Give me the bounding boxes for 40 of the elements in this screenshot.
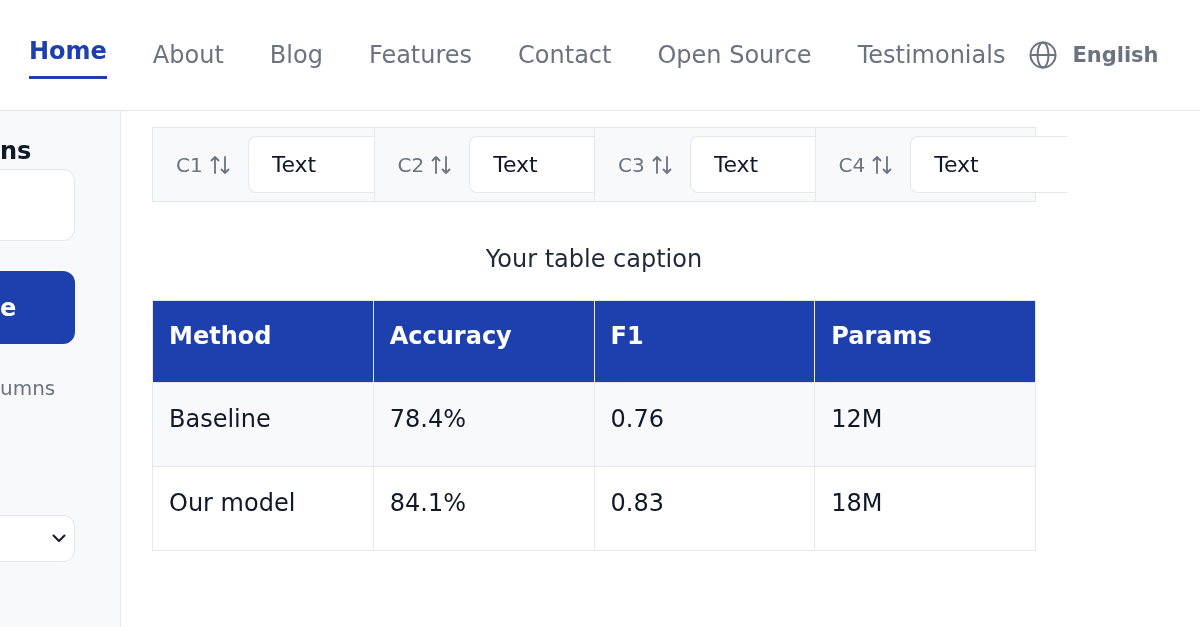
table-cell: 78.4% [373, 382, 594, 467]
column-header: Params [814, 300, 1036, 383]
column-header: F1 [594, 300, 815, 383]
input-field[interactable]: Text [910, 136, 1067, 193]
primary-button[interactable]: e [0, 271, 75, 344]
column-label: C3 [618, 152, 645, 177]
nav-link[interactable]: Open Source [657, 40, 812, 70]
input-field[interactable]: Text [469, 136, 594, 193]
table-cell: 0.76 [594, 382, 815, 467]
sort-icon [872, 154, 893, 175]
column-label: C1 [176, 152, 203, 177]
nav-link[interactable]: About [152, 40, 224, 70]
column-header: Method [152, 300, 374, 383]
nav-link[interactable]: Home [29, 37, 107, 79]
nav-link[interactable]: Blog [269, 40, 323, 70]
column-header: Accuracy [373, 300, 594, 383]
sort-icon [431, 154, 452, 175]
sort-icon [209, 154, 230, 175]
table-cell: Our model [152, 466, 374, 551]
nav-link[interactable]: Features [368, 40, 473, 70]
select-field[interactable] [0, 515, 75, 562]
field-label: ns [0, 137, 33, 166]
table-cell: 12M [814, 382, 1036, 467]
column-label: C4 [838, 152, 866, 177]
input-field[interactable]: Text [247, 136, 374, 193]
sort-icon [651, 154, 672, 175]
table-cell: 0.83 [594, 466, 815, 551]
table-cell: 84.1% [373, 466, 594, 551]
hint-text: umns [0, 376, 57, 400]
globe-icon [1029, 41, 1058, 69]
input-field[interactable]: Text [689, 136, 815, 193]
nav-link[interactable]: Testimonials [857, 40, 1006, 70]
column-label: C2 [397, 152, 425, 177]
table-cell: 18M [814, 466, 1036, 551]
text-input-field[interactable] [0, 169, 75, 241]
nav-link[interactable]: Contact [518, 40, 612, 70]
table-caption: Your table caption [484, 245, 704, 274]
table-cell: Baseline [152, 382, 374, 467]
chevron-down-icon [52, 534, 66, 543]
language-button[interactable]: English [1029, 41, 1159, 69]
